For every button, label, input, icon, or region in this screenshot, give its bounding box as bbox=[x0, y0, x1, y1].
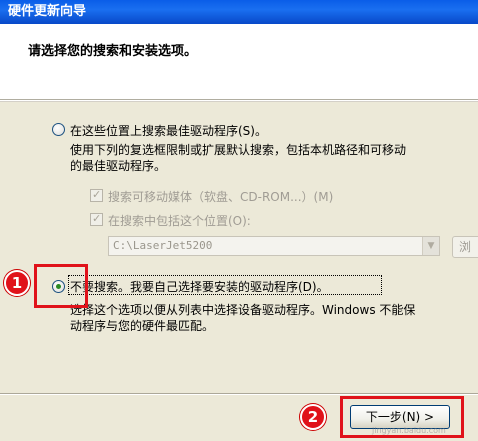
annotation-badge-1: 1 bbox=[4, 270, 30, 296]
search-description-line2: 的最佳驱动程序。 bbox=[70, 159, 167, 173]
footer-separator bbox=[0, 393, 478, 395]
window-title: 硬件更新向导 bbox=[8, 4, 87, 19]
header-title: 请选择您的搜索和安装选项。 bbox=[28, 44, 198, 59]
checkbox-removable-label: 搜索可移动媒体（软盘、CD-ROM...）(M) bbox=[108, 190, 334, 204]
checkbox-include-location[interactable]: ✓ bbox=[90, 212, 103, 226]
chevron-down-icon[interactable]: ▼ bbox=[422, 237, 439, 255]
browse-button[interactable]: 浏 bbox=[452, 236, 478, 258]
radio-search-label: 在这些位置上搜索最佳驱动程序(S)。 bbox=[70, 124, 267, 138]
location-path-value: C:\LaserJet5200 bbox=[113, 239, 213, 252]
radio-manual-label: 不要搜索。我要自己选择要安装的驱动程序(D)。 bbox=[70, 280, 329, 294]
window-title-bar[interactable]: 硬件更新向导 bbox=[0, 0, 478, 24]
annotation-box-radio bbox=[34, 264, 88, 308]
location-path-combo[interactable]: C:\LaserJet5200 ▼ bbox=[108, 236, 440, 256]
watermark: jingyan.baidu.com bbox=[372, 426, 446, 435]
search-description-line1: 使用下列的复选框限制或扩展默认搜索，包括本机路径和可移动 bbox=[70, 143, 407, 157]
wizard-header: 请选择您的搜索和安装选项。 bbox=[0, 24, 478, 100]
checkbox-search-removable[interactable]: ✓ bbox=[90, 188, 103, 202]
checkmark-icon: ✓ bbox=[92, 188, 102, 201]
manual-description-line2: 动程序与您的硬件最匹配。 bbox=[70, 319, 215, 333]
radio-search-locations[interactable] bbox=[52, 123, 65, 136]
header-divider bbox=[0, 100, 478, 102]
annotation-badge-2: 2 bbox=[300, 404, 326, 430]
checkbox-location-label: 在搜索中包括这个位置(O): bbox=[108, 214, 251, 228]
manual-description-line1: 选择这个选项以便从列表中选择设备驱动程序。Windows 不能保 bbox=[70, 303, 416, 317]
checkmark-icon: ✓ bbox=[92, 212, 102, 225]
